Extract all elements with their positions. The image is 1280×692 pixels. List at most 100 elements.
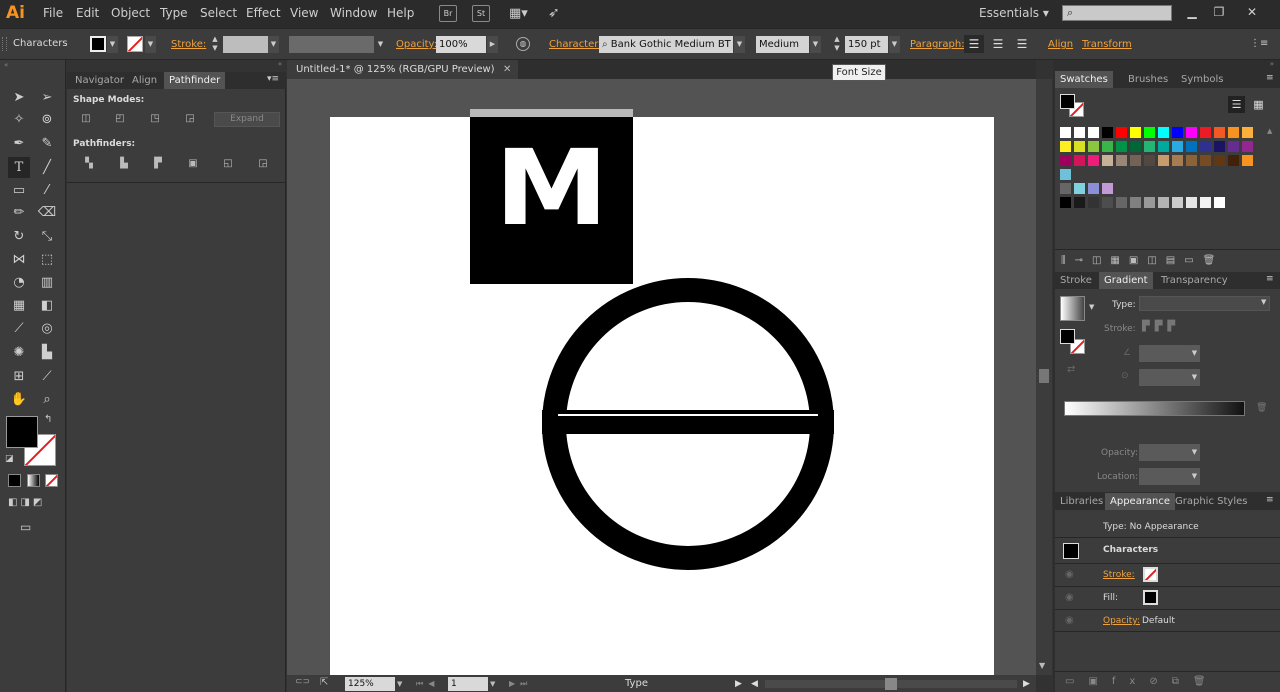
status-menu-arrow[interactable]: ▶ <box>735 677 742 691</box>
gradient-location-dropdown[interactable]: ▼ <box>1189 468 1200 485</box>
color-swatch[interactable] <box>1158 155 1169 166</box>
font-size-field[interactable]: 150 pt <box>845 36 888 53</box>
slice-tool-icon[interactable]: ⟋ <box>36 366 58 387</box>
bridge-button[interactable]: Br <box>439 5 457 22</box>
tab-symbols[interactable]: Symbols <box>1176 71 1228 88</box>
scroll-right-icon[interactable]: ▶ <box>1023 677 1030 691</box>
none-mode-icon[interactable] <box>45 474 58 487</box>
color-swatch[interactable] <box>1200 127 1211 138</box>
gradient-aspect-dropdown[interactable]: ▼ <box>1189 369 1200 386</box>
menu-effect[interactable]: Effect <box>246 6 281 20</box>
opacity-field[interactable]: 100% <box>436 36 486 53</box>
opacity-visibility-eye-icon[interactable]: ◉ <box>1065 615 1074 626</box>
appearance-panel-menu-icon[interactable]: ≡ <box>1266 495 1274 505</box>
tab-transparency[interactable]: Transparency <box>1156 272 1233 289</box>
color-swatch[interactable] <box>1102 155 1113 166</box>
appearance-stroke-label[interactable]: Stroke: <box>1103 570 1135 580</box>
color-swatch[interactable] <box>1074 127 1085 138</box>
line-segment-tool-icon[interactable]: ╱ <box>36 157 58 178</box>
free-transform-tool-icon[interactable]: ⬚ <box>36 249 58 270</box>
blend-tool-icon[interactable]: ◎ <box>36 318 58 339</box>
tab-brushes[interactable]: Brushes <box>1123 71 1173 88</box>
symbol-sprayer-tool-icon[interactable]: ✺ <box>8 342 30 363</box>
color-swatch[interactable] <box>1214 141 1225 152</box>
curvature-tool-icon[interactable]: ✎ <box>36 133 58 154</box>
pen-tool-icon[interactable]: ✒ <box>8 133 30 154</box>
gradient-slider[interactable] <box>1064 401 1245 416</box>
direct-selection-tool-icon[interactable]: ➢ <box>36 87 58 108</box>
color-swatch[interactable] <box>1186 141 1197 152</box>
swap-fill-stroke-icon[interactable]: ↰ <box>44 414 58 426</box>
perspective-grid-tool-icon[interactable]: ▥ <box>36 272 58 293</box>
color-swatch[interactable] <box>1200 155 1211 166</box>
intersect-icon[interactable]: ◳ <box>147 112 163 126</box>
search-input[interactable]: ⌕ <box>1062 5 1172 21</box>
profile-dropdown[interactable]: ▼ <box>375 36 386 53</box>
artboard-prev-icons[interactable]: ⏮◀ <box>416 677 439 691</box>
zoom-field[interactable]: 125% <box>345 677 395 691</box>
appearance-fill-row[interactable]: ◉ Fill: <box>1055 586 1280 609</box>
screen-mode-icon[interactable]: ▭ <box>20 520 44 534</box>
control-bar-menu-icon[interactable]: ⋮≡ <box>1250 38 1268 50</box>
font-size-dropdown[interactable]: ▼ <box>889 36 900 53</box>
eraser-tool-icon[interactable]: ⌫ <box>36 202 58 223</box>
arrange-documents-icon[interactable]: ▦▾ <box>509 5 535 22</box>
menu-object[interactable]: Object <box>111 6 150 20</box>
outline-icon[interactable]: ◱ <box>220 157 236 171</box>
horizontal-scroll-thumb[interactable] <box>885 678 897 690</box>
color-swatch[interactable] <box>1158 197 1169 208</box>
color-swatch[interactable] <box>1060 141 1071 152</box>
stroke-weight-dropdown[interactable]: ▼ <box>268 36 279 53</box>
color-swatch[interactable] <box>1172 127 1183 138</box>
minimize-button[interactable]: ▁ <box>1181 4 1203 20</box>
font-style-dropdown[interactable]: ▼ <box>810 36 821 53</box>
color-swatch[interactable] <box>1200 141 1211 152</box>
menu-view[interactable]: View <box>290 6 318 20</box>
color-swatch[interactable] <box>1116 141 1127 152</box>
color-swatch[interactable] <box>1088 197 1099 208</box>
appearance-stroke-swatch[interactable] <box>1143 567 1158 582</box>
color-swatch[interactable] <box>1172 141 1183 152</box>
tab-navigator[interactable]: Navigator <box>70 72 129 89</box>
gradient-angle-dropdown[interactable]: ▼ <box>1189 345 1200 362</box>
color-swatch[interactable] <box>1074 141 1085 152</box>
color-swatch[interactable] <box>1228 127 1239 138</box>
hand-tool-icon[interactable]: ✋ <box>8 389 30 410</box>
color-swatch[interactable] <box>1088 183 1099 194</box>
gradient-type-select[interactable]: ▼ <box>1139 296 1270 311</box>
color-swatch[interactable] <box>1214 197 1225 208</box>
color-swatch[interactable] <box>1144 155 1155 166</box>
minus-front-icon[interactable]: ◰ <box>112 112 128 126</box>
font-style-field[interactable]: Medium <box>756 36 809 53</box>
color-swatch[interactable] <box>1158 127 1169 138</box>
swatches-footer-icons[interactable]: ⫼⊸◫▦▣◫▤▭🗑 <box>1055 249 1280 272</box>
trim-icon[interactable]: ▙ <box>116 157 132 171</box>
color-swatch[interactable] <box>1088 155 1099 166</box>
font-family-dropdown[interactable]: ▼ <box>734 36 745 53</box>
close-document-icon[interactable]: ✕ <box>503 60 511 79</box>
paragraph-label[interactable]: Paragraph: <box>910 39 965 50</box>
color-swatch[interactable] <box>1214 127 1225 138</box>
color-swatch[interactable] <box>1242 155 1253 166</box>
fill-swatch[interactable] <box>6 416 38 448</box>
gradient-angle-field[interactable] <box>1139 345 1189 362</box>
gradient-aspect-field[interactable] <box>1139 369 1189 386</box>
stroke-dropdown-arrow[interactable]: ▼ <box>145 36 156 53</box>
gradient-fill-indicator[interactable] <box>1060 329 1075 344</box>
reverse-gradient-icon[interactable]: ⇄ <box>1067 364 1075 375</box>
thumbnail-view-icon[interactable]: ▦ <box>1250 96 1267 113</box>
column-graph-tool-icon[interactable]: ▙ <box>36 342 58 363</box>
gradient-opacity-dropdown[interactable]: ▼ <box>1189 444 1200 461</box>
color-swatch[interactable] <box>1130 141 1141 152</box>
color-swatch[interactable] <box>1242 127 1253 138</box>
artboard-tool-icon[interactable]: ⊞ <box>8 366 30 387</box>
appearance-stroke-row[interactable]: ◉ Stroke: <box>1055 563 1280 586</box>
gradient-opacity-field[interactable] <box>1139 444 1189 461</box>
pencil-tool-icon[interactable]: ✏ <box>8 202 30 223</box>
color-swatch[interactable] <box>1186 197 1197 208</box>
scroll-left-icon[interactable]: ◀ <box>751 677 758 691</box>
rotate-tool-icon[interactable]: ↻ <box>8 226 30 247</box>
transform-link[interactable]: Transform <box>1082 39 1132 50</box>
menu-edit[interactable]: Edit <box>76 6 99 20</box>
color-swatch[interactable] <box>1144 197 1155 208</box>
